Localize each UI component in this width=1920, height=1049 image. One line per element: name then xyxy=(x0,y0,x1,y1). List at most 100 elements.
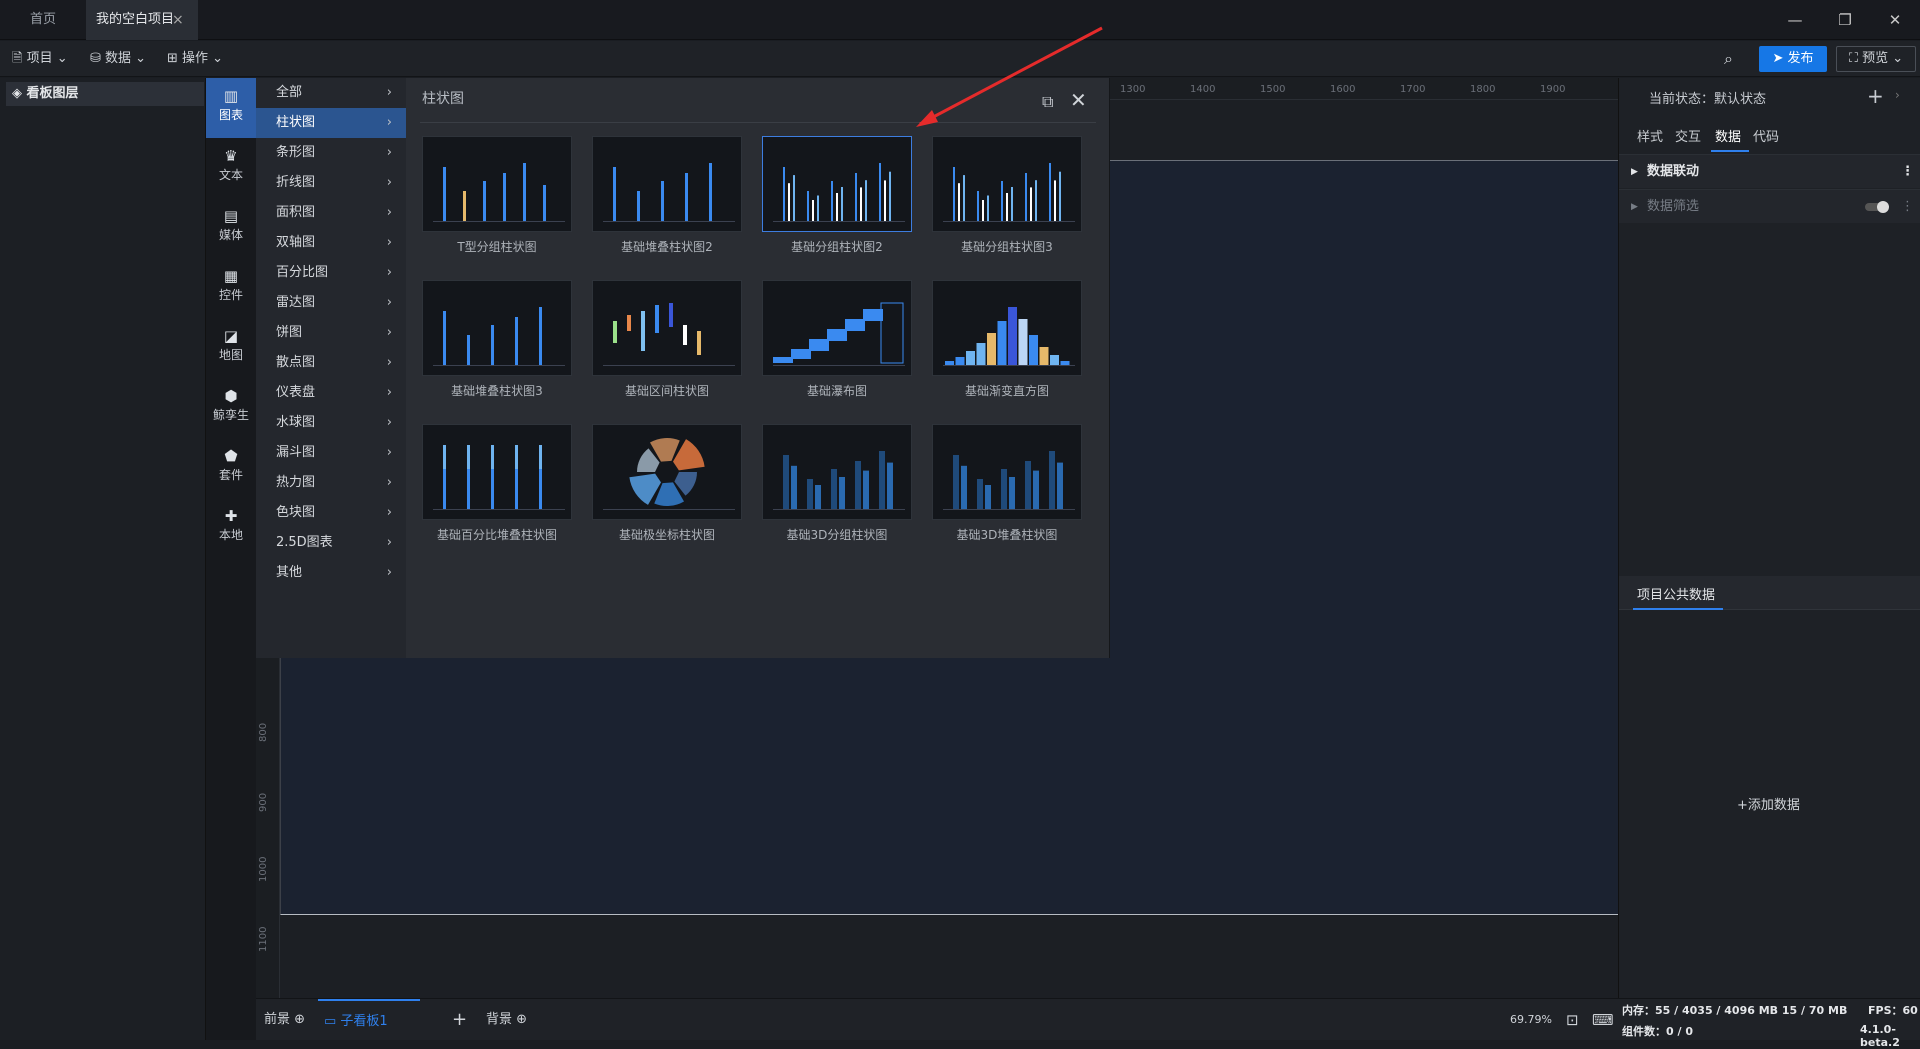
ruler-label: 1000 xyxy=(258,856,269,882)
chart-card[interactable]: 基础极坐标柱状图 xyxy=(592,424,742,548)
search-icon[interactable]: ⌕ xyxy=(1724,49,1733,69)
chart-card[interactable]: 基础3D分组柱状图 xyxy=(762,424,912,548)
preview-button[interactable]: ⛶ 预览 ⌄ xyxy=(1836,46,1916,72)
subcategory-item[interactable]: 漏斗图 › xyxy=(256,438,406,468)
data-filter-row[interactable]: ▶ 数据筛选 ⋮ xyxy=(1619,189,1920,223)
subcategory-item[interactable]: 其他 › xyxy=(256,558,406,588)
chart-card[interactable]: 基础瀑布图 xyxy=(762,280,912,404)
tab-home[interactable]: 首页 xyxy=(0,0,86,40)
rail-item-0[interactable]: ▥ 图表 xyxy=(206,78,256,138)
pin-panel-icon[interactable]: ⧉ xyxy=(1042,92,1053,112)
rail-item-4[interactable]: ◪ 地图 xyxy=(206,318,256,378)
minimize-button[interactable]: — xyxy=(1770,0,1820,40)
subcategory-item[interactable]: 折线图 › xyxy=(256,168,406,198)
ruler-label: 1400 xyxy=(1190,84,1216,95)
add-circle-icon[interactable]: ⊕ xyxy=(516,1012,527,1027)
crown-icon: ♛ xyxy=(224,147,238,165)
memory-status: 内存：55 / 4035 / 4096 MB 15 / 70 MB xyxy=(1622,1004,1848,1017)
chart-card-label: 基础区间柱状图 xyxy=(624,384,709,398)
rail-item-label: 媒体 xyxy=(218,228,243,242)
subcategory-item[interactable]: 面积图 › xyxy=(256,198,406,228)
subcategory-item[interactable]: 色块图 › xyxy=(256,498,406,528)
chart-card[interactable]: 基础3D堆叠柱状图 xyxy=(932,424,1082,548)
fit-screen-icon[interactable]: ⊡ xyxy=(1566,999,1579,1041)
subcategory-item[interactable]: 条形图 › xyxy=(256,138,406,168)
data-link-row[interactable]: ▶ 数据联动 ⋮ xyxy=(1619,154,1920,188)
chart-card[interactable]: 基础区间柱状图 xyxy=(592,280,742,404)
tab-code[interactable]: 代码 xyxy=(1753,126,1779,145)
subcategory-item[interactable]: 仪表盘 › xyxy=(256,378,406,408)
lock-icon: ▤ xyxy=(223,207,239,225)
chart-card-label: 基础3D堆叠柱状图 xyxy=(956,528,1058,542)
subcategory-label: 条形图 xyxy=(276,145,316,160)
keyboard-icon[interactable]: ⌨ xyxy=(1592,999,1614,1041)
zoom-level[interactable]: 69.79% xyxy=(1510,999,1552,1041)
layers-header[interactable]: ◈ 看板图层 xyxy=(6,82,204,106)
close-icon[interactable]: ✕ xyxy=(1070,88,1087,112)
chart-card-label: 基础极坐标柱状图 xyxy=(618,528,715,542)
board-tab-active[interactable]: ▭ 子看板1 xyxy=(318,999,420,1041)
close-window-button[interactable]: ✕ xyxy=(1870,0,1920,40)
chart-thumbnail xyxy=(932,136,1082,232)
grid-icon: ⊞ xyxy=(167,51,183,66)
publish-button[interactable]: ➤ 发布 xyxy=(1759,46,1827,72)
background-tab[interactable]: 背景 ⊕ xyxy=(486,999,527,1041)
subcategory-item[interactable]: 雷达图 › xyxy=(256,288,406,318)
foreground-tab[interactable]: 前景 ⊕ xyxy=(264,999,305,1041)
more-icon[interactable]: ⋮ xyxy=(1901,155,1914,189)
chevron-right-icon: › xyxy=(386,505,392,520)
rail-item-5[interactable]: ⬢ 鲸孪生 xyxy=(206,378,256,438)
menu-data-label: 数据 xyxy=(105,51,132,66)
chart-card[interactable]: 基础堆叠柱状图2 xyxy=(592,136,742,260)
add-board-icon[interactable]: + xyxy=(452,999,467,1041)
rail-item-2[interactable]: ▤ 媒体 xyxy=(206,198,256,258)
chart-thumbnail xyxy=(932,280,1082,376)
chart-card[interactable]: 基础堆叠柱状图3 xyxy=(422,280,572,404)
ruler-label: 1100 xyxy=(258,926,269,952)
rail-item-7[interactable]: ✚ 本地 xyxy=(206,498,256,558)
rail-item-6[interactable]: ⬟ 套件 xyxy=(206,438,256,498)
chart-card[interactable]: 基础分组柱状图2 xyxy=(762,136,912,260)
component-count: 组件数：0 / 0 xyxy=(1622,1025,1693,1038)
data-filter-label: 数据筛选 xyxy=(1647,199,1700,214)
subcategory-item[interactable]: 百分比图 › xyxy=(256,258,406,288)
add-circle-icon[interactable]: ⊕ xyxy=(294,1012,305,1027)
board-label: 子看板1 xyxy=(340,1014,388,1029)
menu-data[interactable]: ⛁ 数据 ⌄ xyxy=(90,41,146,77)
tab-data[interactable]: 数据 xyxy=(1715,126,1741,145)
add-data-button[interactable]: +添加数据 xyxy=(1737,794,1800,813)
restore-button[interactable]: ❐ xyxy=(1820,0,1870,40)
public-data-tab[interactable]: 项目公共数据 xyxy=(1619,576,1920,610)
close-tab-icon[interactable]: × xyxy=(172,0,184,40)
chart-card[interactable]: T型分组柱状图 xyxy=(422,136,572,260)
subcategory-item[interactable]: 双轴图 › xyxy=(256,228,406,258)
menu-operate[interactable]: ⊞ 操作 ⌄ xyxy=(167,41,223,77)
subcategory-item[interactable]: 水球图 › xyxy=(256,408,406,438)
rail-item-3[interactable]: ▦ 控件 xyxy=(206,258,256,318)
chart-card[interactable]: 基础百分比堆叠柱状图 xyxy=(422,424,572,548)
subcategory-item[interactable]: 散点图 › xyxy=(256,348,406,378)
rail-item-1[interactable]: ♛ 文本 xyxy=(206,138,256,198)
chart-thumbnail xyxy=(592,136,742,232)
tab-interaction[interactable]: 交互 xyxy=(1675,126,1701,145)
subcategory-item[interactable]: 饼图 › xyxy=(256,318,406,348)
more-icon[interactable]: ⋮ xyxy=(1901,190,1914,224)
subcategory-item[interactable]: 2.5D图表 › xyxy=(256,528,406,558)
control-icon: ▦ xyxy=(223,267,239,285)
subcategory-item[interactable]: 柱状图 › xyxy=(256,108,406,138)
filter-toggle[interactable] xyxy=(1865,201,1889,213)
gallery-title: 柱状图 xyxy=(422,91,464,107)
menu-project[interactable]: 🗎 项目 ⌄ xyxy=(12,41,68,77)
ruler-label: 1700 xyxy=(1400,84,1426,95)
divider xyxy=(420,122,1096,123)
subcategory-item[interactable]: 热力图 › xyxy=(256,468,406,498)
chart-card[interactable]: 基础渐变直方图 xyxy=(932,280,1082,404)
subcategory-item[interactable]: 全部 › xyxy=(256,78,406,108)
public-data-indicator xyxy=(1633,608,1723,610)
add-state-icon[interactable]: + xyxy=(1867,84,1884,108)
chart-card[interactable]: 基础分组柱状图3 xyxy=(932,136,1082,260)
chevron-right-icon[interactable]: › xyxy=(1895,88,1900,102)
subcategory-label: 漏斗图 xyxy=(276,445,316,460)
subcategory-label: 全部 xyxy=(276,85,303,100)
tab-style[interactable]: 样式 xyxy=(1637,126,1663,145)
